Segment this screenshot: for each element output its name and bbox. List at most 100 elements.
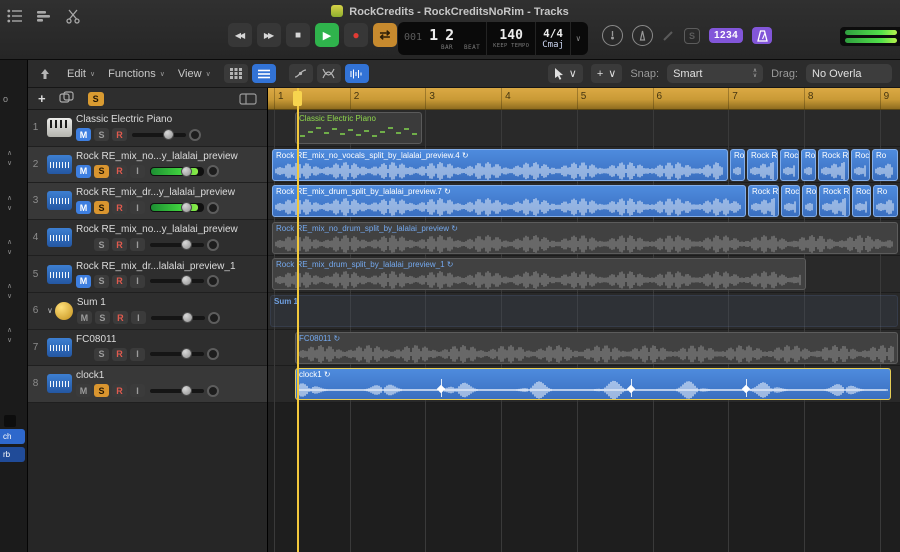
disclosure-chevron-icon[interactable]: ∨ — [47, 306, 53, 315]
edit-menu[interactable]: Edit ∨ — [67, 68, 95, 80]
region-roc[interactable]: Roc — [780, 148, 799, 181]
solo-button[interactable]: S — [94, 201, 109, 215]
region-rock-re-mix-drum-split-by-lala[interactable]: Rock RE_mix_drum_split_by_lalalai_previe… — [272, 258, 806, 291]
region-roc[interactable]: Roc — [730, 148, 745, 181]
volume-knob[interactable] — [182, 311, 194, 323]
lcd-chevron-icon[interactable]: ∨ — [571, 22, 586, 55]
region-roc[interactable]: Roc — [852, 185, 871, 218]
volume-knob[interactable] — [181, 165, 193, 177]
record-enable-button[interactable]: R — [112, 347, 127, 361]
volume-slider[interactable] — [150, 238, 204, 250]
track-row[interactable]: 7 FC08011 S R I — [28, 329, 267, 367]
volume-knob[interactable] — [181, 238, 193, 250]
region-classic-electric-piano[interactable]: Classic Electric Piano — [295, 112, 422, 144]
pan-knob[interactable] — [207, 311, 220, 324]
mute-button[interactable]: M — [76, 128, 91, 142]
volume-slider[interactable] — [150, 275, 204, 287]
snap-select[interactable]: Smart ∧ ∨ — [667, 64, 764, 83]
region-sum-1[interactable]: Sum 1 — [270, 295, 898, 327]
pencil-icon[interactable] — [662, 29, 675, 42]
solo-button[interactable]: S — [94, 164, 109, 178]
lcd-display[interactable]: 001 1 2 BAR BEAT 140 KEEP TEMPO 4/4 Cmaj… — [398, 22, 588, 55]
forward-button[interactable]: ▶▶ — [257, 23, 281, 47]
tuner-icon[interactable] — [602, 25, 623, 46]
library-item[interactable]: ch — [0, 429, 25, 444]
input-monitor-button[interactable]: I — [130, 384, 145, 398]
solo-button[interactable]: S — [94, 274, 109, 288]
mute-button[interactable]: M — [76, 164, 91, 178]
region-rock-re[interactable]: Rock RE — [818, 148, 849, 181]
track-view-icon[interactable] — [251, 64, 276, 83]
solo-mode-icon[interactable]: S — [684, 27, 700, 44]
region-roc[interactable]: Roc — [851, 148, 870, 181]
count-in-badge[interactable]: 1234 — [709, 28, 744, 43]
global-solo-button[interactable]: S — [87, 91, 104, 106]
view-menu[interactable]: View ∨ — [178, 68, 211, 80]
secondary-tool-menu[interactable]: + ∨ — [590, 64, 623, 83]
chevron-up-icon[interactable]: ∧ — [7, 195, 12, 202]
region-rock-re[interactable]: Rock RE — [747, 148, 778, 181]
pointer-tool-menu[interactable]: ∨ — [547, 64, 583, 83]
stop-button[interactable]: ■ — [286, 23, 310, 47]
cycle-button[interactable]: ⇄ — [373, 23, 397, 47]
pan-knob[interactable] — [207, 238, 219, 251]
volume-knob[interactable] — [181, 202, 193, 214]
chevron-down-icon[interactable]: ∨ — [7, 205, 12, 212]
track-row[interactable]: 5 Rock RE_mix_dr...lalalai_preview_1 M S R I — [28, 256, 267, 293]
solo-button[interactable]: S — [94, 128, 109, 142]
region-clock1[interactable]: clock1 ↻ — [295, 368, 891, 401]
duplicate-track-button[interactable] — [58, 90, 75, 108]
pan-knob[interactable] — [207, 165, 219, 178]
play-button[interactable]: ▶ — [315, 23, 339, 47]
region-rock-re[interactable]: Rock RE — [819, 185, 850, 218]
region-ro[interactable]: Ro — [873, 185, 898, 218]
pan-knob[interactable] — [189, 128, 201, 141]
volume-slider[interactable] — [150, 384, 204, 396]
library-item[interactable]: rb — [0, 447, 25, 462]
mute-button[interactable]: M — [76, 384, 91, 398]
track-row[interactable]: 2 Rock RE_mix_no...y_lalalai_preview M S R I — [28, 146, 267, 184]
pan-knob[interactable] — [207, 348, 219, 361]
track-name[interactable]: Rock RE_mix_dr...y_lalalai_preview — [76, 187, 264, 198]
volume-knob[interactable] — [163, 128, 175, 140]
region-rock-re[interactable]: Rock RE — [748, 185, 779, 218]
record-enable-button[interactable]: R — [112, 384, 127, 398]
volume-slider[interactable] — [150, 311, 205, 323]
region-ro[interactable]: Ro — [872, 148, 898, 181]
chevron-up-icon[interactable]: ∧ — [7, 327, 12, 334]
chevron-down-icon[interactable]: ∨ — [7, 249, 12, 256]
region-rock-re-mix-drum-split-by-lala[interactable]: Rock RE_mix_drum_split_by_lalalai_previe… — [272, 185, 746, 218]
pan-knob[interactable] — [207, 201, 219, 214]
automation-icon[interactable] — [288, 64, 313, 83]
chevron-up-icon[interactable]: ∧ — [7, 239, 12, 246]
playhead[interactable] — [297, 88, 299, 552]
solo-button[interactable]: S — [94, 384, 109, 398]
solo-button[interactable]: S — [94, 238, 109, 252]
catch-playhead-icon[interactable] — [36, 66, 54, 82]
region-ro[interactable]: Ro — [802, 185, 817, 218]
input-monitor-button[interactable]: I — [130, 238, 145, 252]
volume-slider[interactable] — [132, 128, 186, 140]
chevron-down-icon[interactable]: ∨ — [7, 337, 12, 344]
region-rock-re-mix-no-drum-split-by-l[interactable]: Rock RE_mix_no_drum_split_by_lalalai_pre… — [272, 221, 898, 254]
track-row[interactable]: 3 Rock RE_mix_dr...y_lalalai_preview M S R I — [28, 183, 267, 220]
flex-icon[interactable] — [344, 64, 369, 83]
input-monitor-button[interactable]: I — [130, 201, 145, 215]
lcd-tempo-display[interactable]: 140 KEEP TEMPO — [487, 22, 537, 55]
record-button[interactable]: ● — [344, 23, 368, 47]
record-enable-button[interactable]: R — [112, 164, 127, 178]
volume-knob[interactable] — [181, 348, 193, 360]
crossfade-icon[interactable] — [316, 64, 341, 83]
record-enable-button[interactable]: R — [112, 274, 127, 288]
input-monitor-button[interactable]: I — [130, 274, 145, 288]
arrange-area[interactable]: Classic Electric Piano Rock RE_mix_no_voc… — [268, 88, 900, 552]
region-roc[interactable]: Roc — [781, 185, 800, 218]
record-enable-button[interactable]: R — [112, 201, 127, 215]
input-monitor-button[interactable]: I — [130, 311, 146, 325]
track-row[interactable]: 6 ∨ Sum 1 MSRI — [28, 292, 267, 330]
level-meter[interactable] — [150, 202, 204, 214]
lcd-signature-display[interactable]: 4/4 Cmaj — [536, 22, 571, 55]
volume-knob[interactable] — [181, 384, 193, 396]
region-fc08011[interactable]: FC08011 ↻ — [295, 331, 898, 364]
chevron-down-icon[interactable]: ∨ — [7, 160, 12, 167]
